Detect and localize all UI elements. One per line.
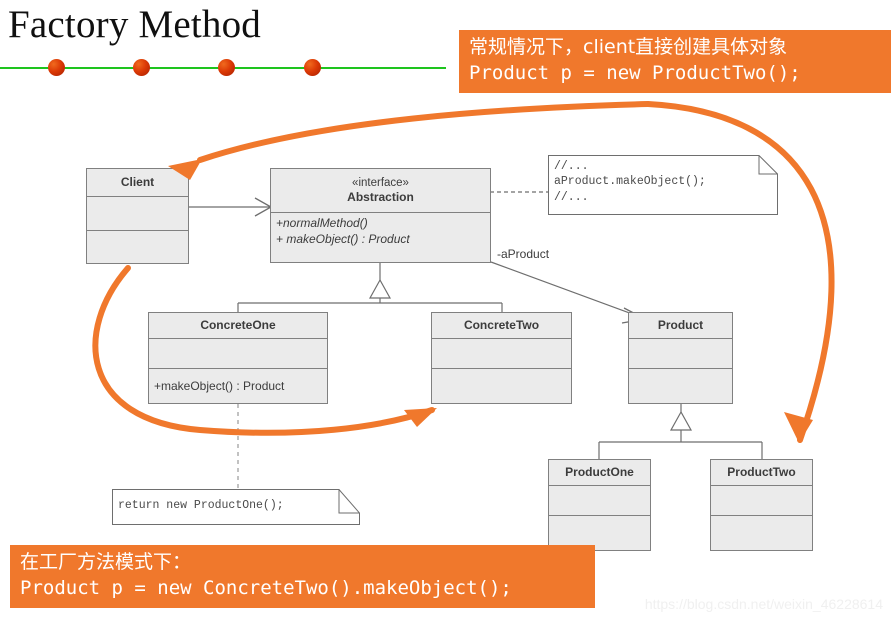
watermark: https://blog.csdn.net/weixin_46228614 [644, 596, 883, 612]
uml-class-producttwo-operations [711, 516, 812, 550]
callout-factory-method-case: 在工厂方法模式下： Product p = new ConcreteTwo().… [10, 545, 595, 608]
uml-class-client-name: Client [120, 175, 155, 189]
uml-class-productone-attributes [549, 486, 650, 516]
uml-class-concreteone[interactable]: ConcreteOne +makeObject() : Product [148, 312, 328, 404]
uml-class-productone[interactable]: ProductOne [548, 459, 651, 551]
uml-class-concreteone-name: ConcreteOne [200, 318, 276, 332]
uml-class-abstraction[interactable]: «interface» Abstraction +normalMethod() … [270, 168, 491, 263]
uml-class-productone-name: ProductOne [565, 465, 634, 479]
uml-note-abstraction: //... aProduct.makeObject(); //... [548, 155, 778, 215]
title-dot-4 [304, 59, 321, 76]
title-dot-1 [48, 59, 65, 76]
uml-class-producttwo-name: ProductTwo [727, 465, 796, 479]
uml-stereotype-interface: «interface» [352, 176, 409, 189]
uml-class-product[interactable]: Product [628, 312, 733, 404]
edge-label-aproduct: -aProduct [497, 247, 550, 261]
annotation-arrowhead-producttwo [784, 412, 813, 443]
uml-class-client-attributes [87, 197, 188, 231]
title-dot-3 [218, 59, 235, 76]
annotation-arrow-to-client [197, 101, 651, 163]
page-title: Factory Method [8, 3, 262, 46]
uml-note-concreteone: return new ProductOne(); [112, 489, 360, 525]
slide-canvas: Factory Method Client «interface» Abstra… [0, 0, 891, 620]
callout-normal-case-line1: 常规情况下，client直接创建具体对象 [469, 36, 788, 58]
uml-class-producttwo-attributes [711, 486, 812, 516]
callout-factory-method-case-line1: 在工厂方法模式下： [20, 551, 192, 573]
uml-class-abstraction-name: Abstraction [347, 190, 414, 205]
callout-normal-case-line2: Product p = new ProductTwo(); [469, 61, 801, 84]
uml-class-client-operations [87, 231, 188, 263]
uml-class-product-name: Product [657, 318, 704, 332]
uml-operation-makeobject: + makeObject() : Product [276, 231, 410, 246]
uml-operation-normalmethod: +normalMethod() [276, 216, 368, 230]
uml-class-concretetwo-attributes [432, 339, 571, 369]
uml-class-abstraction-operations: +normalMethod() + makeObject() : Product [271, 213, 490, 262]
uml-class-concretetwo-operations [432, 369, 571, 403]
callout-factory-method-case-line2: Product p = new ConcreteTwo().makeObject… [20, 576, 512, 599]
uml-class-product-attributes [629, 339, 732, 369]
uml-class-concretetwo-name: ConcreteTwo [463, 318, 540, 332]
uml-note-abstraction-text: //... aProduct.makeObject(); //... [554, 160, 706, 204]
uml-class-concreteone-operations: +makeObject() : Product [149, 369, 327, 403]
uml-note-concreteone-text: return new ProductOne(); [118, 499, 284, 512]
uml-class-concreteone-attributes [149, 339, 327, 369]
edge-abstraction-product [490, 261, 644, 319]
annotation-arrowhead-concretetwo [404, 408, 437, 427]
uml-class-concretetwo[interactable]: ConcreteTwo [431, 312, 572, 404]
title-dot-2 [133, 59, 150, 76]
uml-operation-concreteone-makeobject: +makeObject() : Product [154, 378, 285, 393]
callout-normal-case: 常规情况下，client直接创建具体对象 Product p = new Pro… [459, 30, 891, 93]
uml-class-product-operations [629, 369, 732, 403]
uml-class-client[interactable]: Client [86, 168, 189, 264]
uml-class-producttwo[interactable]: ProductTwo [710, 459, 813, 551]
